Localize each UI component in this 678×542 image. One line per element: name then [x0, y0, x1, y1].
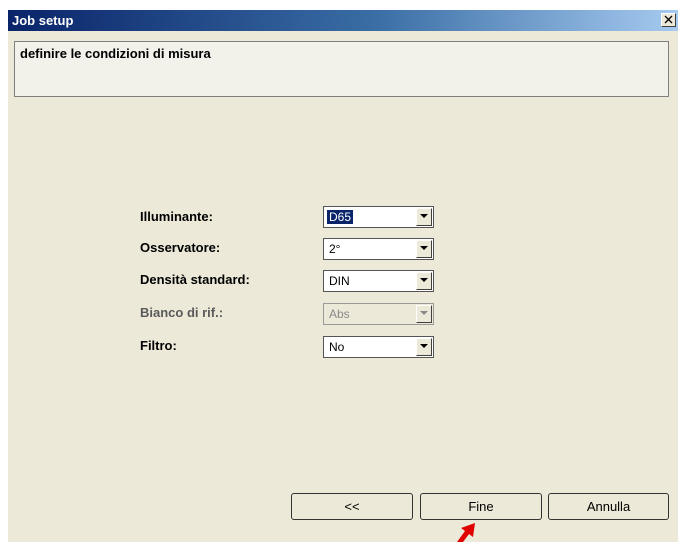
chevron-down-icon: [420, 344, 428, 348]
red-arrow-icon: [457, 523, 475, 542]
description-panel: definire le condizioni di misura: [14, 41, 669, 97]
chevron-down-icon: [420, 311, 428, 315]
illuminant-label: Illuminante:: [140, 209, 213, 224]
window-title: Job setup: [12, 13, 74, 28]
filter-dropdown-button[interactable]: [416, 338, 432, 356]
cancel-button[interactable]: Annulla: [548, 493, 669, 520]
density-label: Densità standard:: [140, 272, 250, 287]
chevron-down-icon: [420, 246, 428, 250]
white-reference-label: Bianco di rif.:: [140, 305, 224, 320]
filter-select[interactable]: No: [323, 336, 434, 358]
density-select[interactable]: DIN: [323, 270, 434, 292]
chevron-down-icon: [420, 214, 428, 218]
density-value: DIN: [329, 274, 350, 288]
filter-value: No: [329, 340, 345, 354]
illuminant-value: D65: [325, 209, 355, 225]
illuminant-select[interactable]: D65: [323, 206, 434, 228]
illuminant-dropdown-button[interactable]: [416, 208, 432, 226]
observer-value: 2°: [329, 242, 341, 256]
chevron-down-icon: [420, 278, 428, 282]
title-bar[interactable]: Job setup: [8, 10, 678, 31]
density-dropdown-button[interactable]: [416, 272, 432, 290]
finish-button[interactable]: Fine: [420, 493, 542, 520]
white-reference-value: Abs: [329, 307, 350, 321]
white-reference-select: Abs: [323, 303, 434, 325]
close-button[interactable]: [661, 13, 676, 27]
close-icon: [664, 15, 673, 24]
white-reference-dropdown-button: [416, 305, 432, 323]
observer-dropdown-button[interactable]: [416, 240, 432, 258]
filter-label: Filtro:: [140, 338, 177, 353]
job-setup-dialog: Job setup definire le condizioni di misu…: [8, 10, 678, 542]
observer-label: Osservatore:: [140, 240, 221, 255]
back-button[interactable]: <<: [291, 493, 413, 520]
description-text: definire le condizioni di misura: [20, 46, 211, 61]
observer-select[interactable]: 2°: [323, 238, 434, 260]
